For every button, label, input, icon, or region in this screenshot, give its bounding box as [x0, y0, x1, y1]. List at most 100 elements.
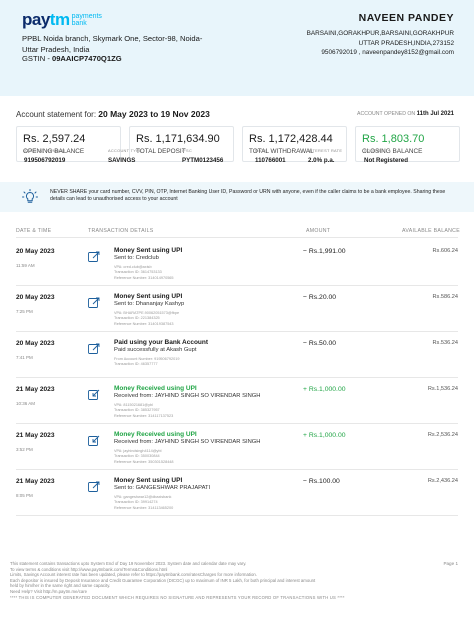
account-type-key: ACCOUNT TYPE	[108, 148, 142, 153]
transaction-row: 20 May 2023 7:25 PM Money Sent using UPI Se…	[16, 286, 458, 332]
transaction-meta: VPA: 8115021681@ybl Transaction ID: 38532…	[114, 403, 173, 419]
account-number-key: ACCOUNT NUMBER	[24, 148, 66, 153]
transaction-counterparty: Received from: JAYHIND SINGH SO VIRENDAR…	[114, 393, 261, 399]
page-number: Page 1	[443, 561, 458, 566]
transaction-amount: + Rs.1,000.00	[303, 386, 346, 393]
account-number-field: ACCOUNT NUMBER 919506792019	[24, 148, 65, 164]
transaction-balance: Rs.1,536.24	[427, 386, 458, 392]
nominee-value: Not Registered	[364, 157, 409, 164]
money-received-icon	[88, 388, 100, 400]
customer-address-line2: UTTAR PRADESH,INDIA,273152	[358, 39, 454, 47]
header-date: DATE & TIME	[16, 228, 52, 234]
customer-contact: 9506792019 , naveenpandey8152@gmail.com	[321, 49, 454, 56]
micr-field: MICR 110766001	[255, 148, 286, 164]
transaction-time: 8:05 PM	[16, 493, 33, 498]
transaction-date: 20 May 2023	[16, 248, 55, 255]
security-notice: NEVER SHARE your card number, CVV, PIN, …	[0, 182, 474, 212]
transaction-row: 20 May 2023 7:41 PM Paid using your Bank A…	[16, 332, 458, 378]
transaction-counterparty: Received from: JAYHIND SINGH SO VIRENDAR…	[114, 439, 261, 445]
account-type-field: ACCOUNT TYPE SAVINGS	[108, 148, 142, 164]
transaction-date: 20 May 2023	[16, 294, 55, 301]
micr-key: MICR	[255, 148, 267, 153]
customer-address-line1: BARSAINI,GORAKHPUR,BARSAINI,GORAKHPUR	[306, 30, 454, 37]
gstin-label: GSTIN -	[22, 54, 50, 63]
transaction-amount: − Rs.100.00	[303, 478, 340, 485]
statement-label: Account statement for:	[16, 110, 97, 119]
account-opened-date: 11th Jul 2021	[416, 111, 454, 117]
closing-balance-amount: Rs. 1,803.70	[362, 133, 425, 145]
transaction-amount: − Rs.1,991.00	[303, 248, 346, 255]
total-withdrawal-amount: Rs. 1,172,428.44	[249, 133, 333, 145]
gstin: GSTIN - 09AAICP7470Q1ZG	[22, 54, 122, 63]
logo-line1: payments	[71, 13, 102, 20]
footer-line: Need Help? Visit http://m.paytm.me/care	[10, 588, 88, 594]
account-number-value: 919506792019	[24, 157, 66, 164]
customer-name: NAVEEN PANDEY	[358, 12, 454, 24]
transaction-row: 21 May 2023 10:36 AM Money Received using …	[16, 378, 458, 424]
transaction-time: 11:59 AM	[16, 263, 35, 268]
transaction-title: Money Sent using UPI	[114, 477, 183, 484]
transaction-title: Money Received using UPI	[114, 431, 197, 438]
money-sent-icon	[88, 480, 100, 492]
header-amount: AMOUNT	[306, 228, 331, 234]
micr-value: 110766001	[255, 157, 286, 164]
statement-period: Account statement for: 20 May 2023 to 19…	[16, 109, 210, 119]
transaction-title: Money Sent using UPI	[114, 293, 183, 300]
transaction-counterparty: Sent to: Dhananjay Kashyp	[114, 301, 185, 307]
nominee-key: NOMINEE	[364, 148, 385, 153]
bank-address-line1: PPBL Noida branch, Skymark One, Sector-9…	[22, 34, 203, 43]
transaction-counterparty: Sent to: GANGESHWAR PRAJAPATI	[114, 485, 211, 491]
money-sent-icon	[88, 296, 100, 308]
statement-footer: This statement contains transactions upt…	[10, 561, 450, 595]
bank-address: PPBL Noida branch, Skymark One, Sector-9…	[22, 33, 212, 55]
account-opened-label: ACCOUNT OPENED ON	[357, 111, 416, 117]
transaction-balance: Rs.606.24	[432, 248, 459, 254]
transaction-meta-line: Reference Number: 314019387543	[114, 321, 174, 326]
security-notice-text: NEVER SHARE your card number, CVV, PIN, …	[50, 189, 446, 202]
nominee-field: NOMINEE Not Registered	[364, 148, 408, 164]
transaction-title: Money Sent using UPI	[114, 247, 183, 254]
interest-rate-value: 2.0% p.a.	[308, 157, 335, 164]
money-sent-icon	[88, 342, 100, 354]
transaction-balance: Rs.2,436.24	[427, 478, 458, 484]
ifsc-value: PYTM0123456	[182, 157, 224, 164]
transaction-meta: From Account Number: 919506792019 Transac…	[114, 357, 179, 368]
logo-pay-text: pay	[22, 10, 50, 29]
money-sent-icon	[88, 250, 100, 262]
transaction-balance: Rs.586.24	[432, 294, 459, 300]
transaction-meta-line: Reference Number: 314113465200	[114, 505, 174, 510]
transaction-row: 20 May 2023 11:59 AM Money Sent using UPI S…	[16, 240, 458, 286]
logo-line2: bank	[71, 20, 87, 27]
transaction-date: 21 May 2023	[16, 432, 55, 439]
ifsc-field: IFSC PYTM0123456	[182, 148, 223, 164]
transaction-meta: VPA: jayhindsingh4114@ybl Transaction ID:…	[114, 449, 174, 465]
account-type-value: SAVINGS	[108, 157, 136, 164]
transaction-meta: VPA: BHARATPE.90062051573@fbpe Transactio…	[114, 311, 179, 327]
lightbulb-icon	[22, 189, 38, 211]
paytm-payments-bank-logo: pay tm payments bank	[22, 10, 102, 30]
transaction-row: 21 May 2023 3:52 PM Money Received using U…	[16, 424, 458, 470]
transaction-meta: VPA: cred.club@axisb Transaction ID: 3614…	[114, 265, 174, 281]
transaction-title: Money Received using UPI	[114, 385, 197, 392]
transaction-meta-line: Reference Number: 314014970565	[114, 275, 174, 280]
transaction-counterparty: Sent to: Credclub	[114, 255, 159, 261]
transaction-amount: − Rs.20.00	[303, 294, 337, 301]
transaction-meta-line: Reference Number: 314117137523	[114, 413, 174, 418]
transaction-balance: Rs.536.24	[432, 340, 459, 346]
transaction-amount: + Rs.1,000.00	[303, 432, 346, 439]
opening-balance-amount: Rs. 2,597.24	[23, 133, 86, 145]
total-deposit-amount: Rs. 1,171,634.90	[136, 133, 220, 145]
table-header-divider	[16, 237, 458, 238]
transaction-counterparty: Paid successfully at Akash Gupt	[114, 347, 197, 353]
statement-dates: 20 May 2023 to 19 Nov 2023	[98, 109, 210, 119]
gstin-value: 09AAICP7470Q1ZG	[51, 54, 122, 63]
transaction-time: 7:25 PM	[16, 309, 33, 314]
transaction-meta-line: Transaction ID: 46357777	[114, 362, 158, 367]
logo-subtitle: payments bank	[72, 13, 102, 27]
transaction-date: 21 May 2023	[16, 478, 55, 485]
computer-generated-note: **** THIS IS COMPUTER GENERATED DOCUMENT…	[10, 595, 345, 600]
ifsc-key: IFSC	[182, 148, 193, 153]
money-received-icon	[88, 434, 100, 446]
transaction-meta: VPA: gangeshwar12@dbaxisbank Transaction …	[114, 495, 173, 511]
transaction-title: Paid using your Bank Account	[114, 339, 209, 346]
